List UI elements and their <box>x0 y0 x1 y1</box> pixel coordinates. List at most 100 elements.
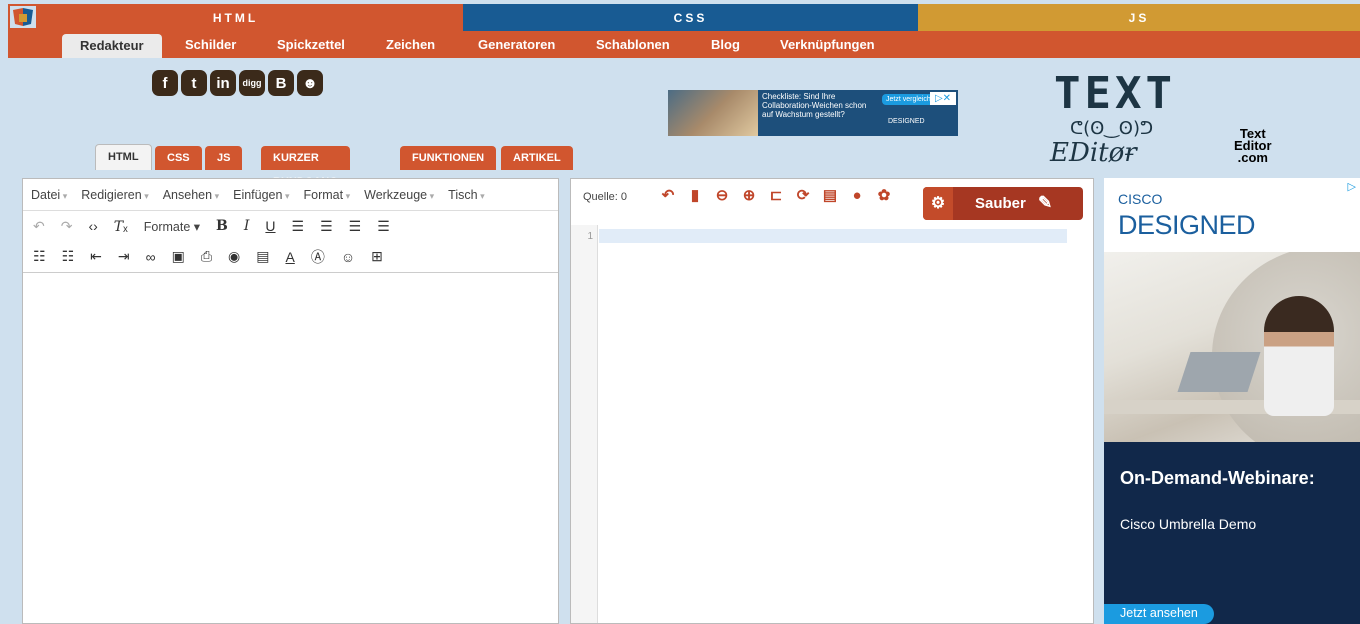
menu-einfuegen[interactable]: Einfügen <box>233 188 289 202</box>
ad-headline: On-Demand-Webinare: <box>1120 468 1315 488</box>
line-gutter: 1 <box>571 225 598 623</box>
main-menu: Redakteur Schilder Spickzettel Zeichen G… <box>8 31 1360 58</box>
align-right-icon[interactable]: ☰ <box>349 218 362 235</box>
text-color-icon[interactable]: A <box>285 249 294 265</box>
site-logo-icon[interactable] <box>10 6 36 28</box>
tab-articles[interactable]: ARTIKEL <box>501 146 573 170</box>
source-toolbar: ↶ ▮ ⊖ ⊕ ⊏ ⟳ ▤ ● ✿ <box>659 187 893 205</box>
menu-verknuepfungen[interactable]: Verknüpfungen <box>780 31 875 58</box>
menu-ansehen[interactable]: Ansehen <box>163 188 219 202</box>
clean-button[interactable]: ⚙ Sauber ✎ <box>923 187 1083 220</box>
social-links: f t in digg B ☻ <box>152 70 323 96</box>
tab-css[interactable]: CSS <box>155 146 202 170</box>
underline-icon[interactable]: U <box>265 218 275 234</box>
css-section-tab[interactable]: CSS <box>463 4 918 31</box>
menu-schablonen[interactable]: Schablonen <box>596 31 670 58</box>
menu-generatoren[interactable]: Generatoren <box>478 31 555 58</box>
ad-photo <box>1104 252 1360 442</box>
export-icon[interactable]: ⊏ <box>767 187 785 205</box>
menu-spickzettel[interactable]: Spickzettel <box>277 31 345 58</box>
left-edge <box>0 0 8 624</box>
top-ad-banner[interactable]: Checkliste: Sind Ihre Collaboration-Weic… <box>668 90 958 136</box>
menu-zeichen[interactable]: Zeichen <box>386 31 435 58</box>
menu-redakteur[interactable]: Redakteur <box>62 34 162 58</box>
table-icon[interactable]: ⊞ <box>371 248 383 265</box>
bg-color-icon[interactable]: Ⓐ <box>311 247 325 267</box>
document-icon[interactable]: ▤ <box>821 187 839 205</box>
brush-icon: ✎ <box>1038 193 1053 212</box>
link-icon[interactable]: ∞ <box>146 249 156 265</box>
wysiwyg-editor: Datei Redigieren Ansehen Einfügen Format… <box>22 178 559 624</box>
tab-features[interactable]: FUNKTIONEN <box>400 146 497 170</box>
digg-icon[interactable]: digg <box>239 70 265 96</box>
media-icon[interactable]: ▤ <box>256 248 269 265</box>
blogger-icon[interactable]: B <box>268 70 294 96</box>
undo-icon[interactable]: ↶ <box>659 187 677 205</box>
ad-info-icon[interactable]: ▷ <box>1348 180 1356 193</box>
menu-datei[interactable]: Datei <box>31 188 67 202</box>
undo-icon[interactable]: ↶ <box>33 218 45 235</box>
print-icon[interactable]: ⎙ <box>201 248 212 265</box>
linkedin-icon[interactable]: in <box>210 70 236 96</box>
logo-editor-script: EDitøɍ <box>1050 138 1137 168</box>
html-section-tab[interactable]: HTML <box>8 4 463 31</box>
align-center-icon[interactable]: ☰ <box>320 218 333 235</box>
tab-tour[interactable]: KURZER RUNDGANG <box>261 146 350 188</box>
logo-domain: Text Editor .com <box>1234 126 1272 165</box>
menu-werkzeuge[interactable]: Werkzeuge <box>364 188 434 202</box>
italic-icon[interactable]: I <box>244 218 250 234</box>
file-icon[interactable]: ▮ <box>686 187 704 205</box>
clean-label: Sauber <box>975 195 1026 212</box>
reddit-icon[interactable]: ☻ <box>297 70 323 96</box>
redo-icon[interactable]: ↷ <box>61 218 73 235</box>
mouse-icon[interactable]: ● <box>848 187 866 205</box>
menu-schilder[interactable]: Schilder <box>185 31 236 58</box>
ad-cta-button[interactable]: Jetzt ansehen <box>1104 604 1214 624</box>
side-ad[interactable]: ▷ CISCO DESIGNED On-Demand-Webinare: Cis… <box>1104 178 1360 624</box>
source-code-icon[interactable]: ‹› <box>88 218 97 234</box>
ad-close-icon[interactable]: ▷✕ <box>930 92 956 105</box>
editor-toolbar-1: ↶ ↷ ‹› Tₓ Formate ▾ B I U ☰ ☰ ☰ ☰ <box>23 211 558 241</box>
compress-icon[interactable]: ⊕ <box>740 187 758 205</box>
numbered-list-icon[interactable]: ☷ <box>62 248 75 265</box>
ad-designed: DESIGNED <box>1118 210 1256 240</box>
current-line[interactable] <box>599 229 1067 243</box>
preview-icon[interactable]: ◉ <box>228 248 240 265</box>
twitter-icon[interactable]: t <box>181 70 207 96</box>
justify-icon[interactable]: ☰ <box>377 218 390 235</box>
ad-photo <box>668 90 758 136</box>
bullet-list-icon[interactable]: ☷ <box>33 248 46 265</box>
gear-icon[interactable]: ⚙ <box>923 187 953 220</box>
editor-toolbar-2: ☷ ☷ ⇤ ⇥ ∞ ▣ ⎙ ◉ ▤ A Ⓐ ☺ ⊞ <box>23 241 558 273</box>
formats-dropdown[interactable]: Formate ▾ <box>144 219 200 234</box>
font-size-icon[interactable]: ⊖ <box>713 187 731 205</box>
palette-icon[interactable]: ✿ <box>875 187 893 205</box>
ad-text: Checkliste: Sind Ihre Collaboration-Weic… <box>762 92 867 119</box>
bold-icon[interactable]: B <box>216 218 228 234</box>
editor-menu: Datei Redigieren Ansehen Einfügen Format… <box>23 179 558 211</box>
tab-js[interactable]: JS <box>205 146 243 170</box>
align-left-icon[interactable]: ☰ <box>292 218 305 235</box>
image-icon[interactable]: ▣ <box>172 248 185 265</box>
ad-brand: DESIGNED <box>888 118 925 125</box>
emoticon-icon[interactable]: ☺ <box>341 249 355 265</box>
source-editor: Quelle: 0 ↶ ▮ ⊖ ⊕ ⊏ ⟳ ▤ ● ✿ ⚙ Sauber ✎ 1 <box>570 178 1094 624</box>
texteditor-logo[interactable]: TEXT ᕦ(ʘ‿ʘ)ᕤ EDitøɍ Text Editor .com <box>1050 68 1290 169</box>
logo-text-big: TEXT <box>1054 68 1176 119</box>
language-bar: HTML CSS JS <box>8 4 1360 31</box>
facebook-icon[interactable]: f <box>152 70 178 96</box>
outdent-icon[interactable]: ⇤ <box>90 248 102 265</box>
indent-icon[interactable]: ⇥ <box>118 248 130 265</box>
js-section-tab[interactable]: JS <box>918 4 1360 31</box>
menu-tisch[interactable]: Tisch <box>448 188 484 202</box>
ad-cisco: CISCO <box>1118 191 1163 207</box>
menu-redigieren[interactable]: Redigieren <box>81 188 149 202</box>
menu-format[interactable]: Format <box>304 188 351 202</box>
source-counter: Quelle: 0 <box>583 191 628 203</box>
clear-format-icon[interactable]: Tₓ <box>114 218 128 235</box>
tab-html[interactable]: HTML <box>95 144 152 170</box>
logo-face: ᕦ(ʘ‿ʘ)ᕤ <box>1070 118 1154 139</box>
ad-subtitle: Cisco Umbrella Demo <box>1120 516 1257 532</box>
refresh-icon[interactable]: ⟳ <box>794 187 812 205</box>
menu-blog[interactable]: Blog <box>711 31 740 58</box>
